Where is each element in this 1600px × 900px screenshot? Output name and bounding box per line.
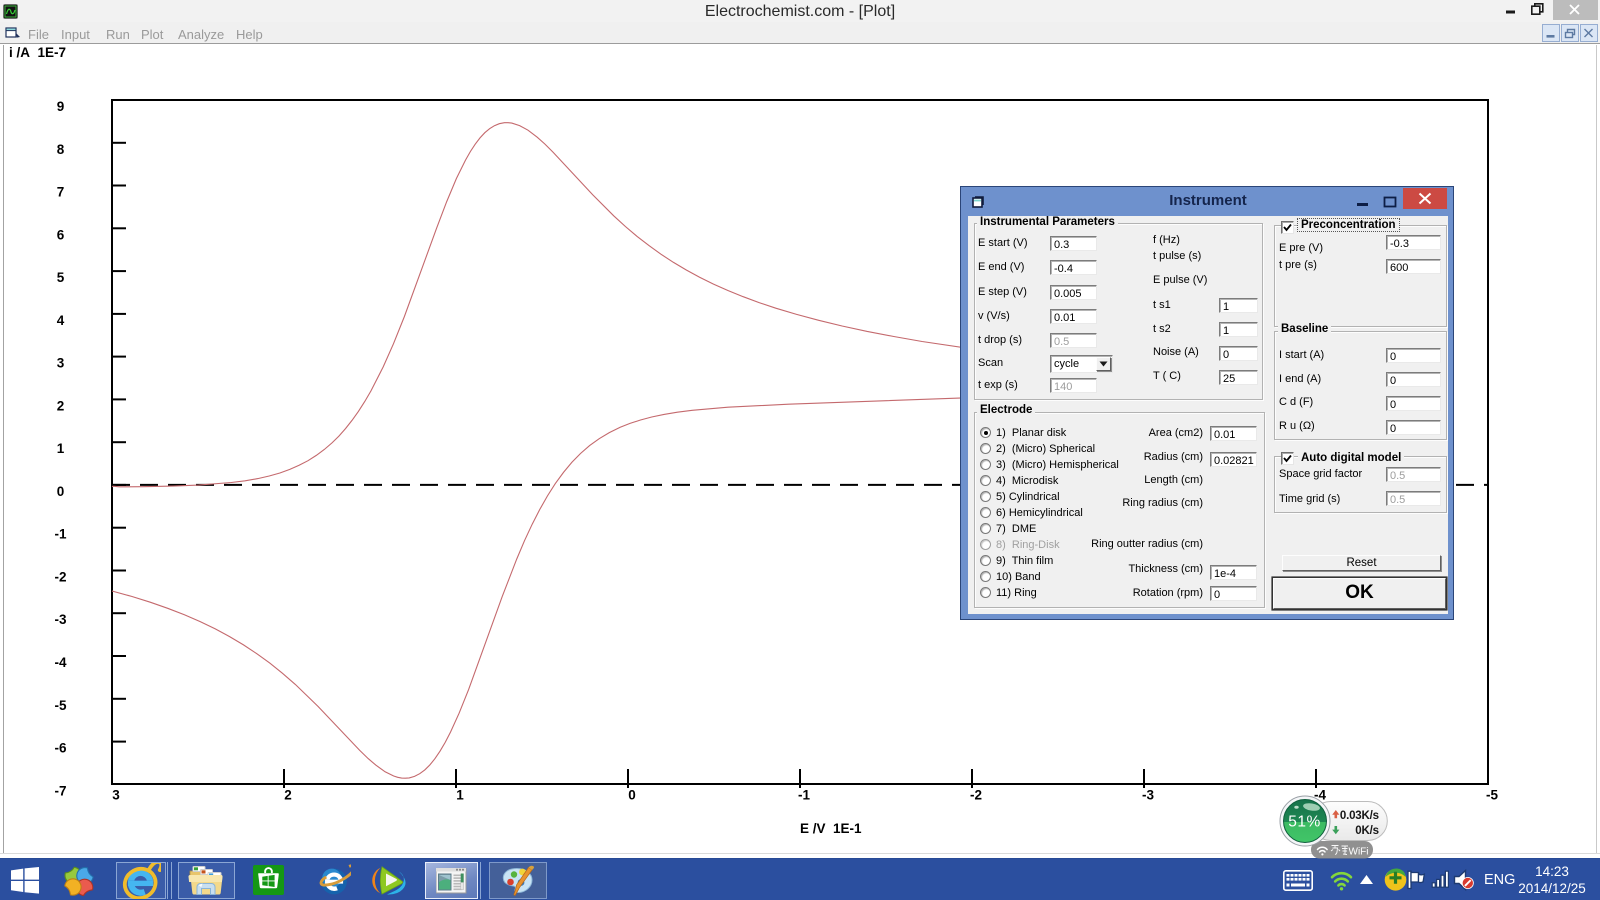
svg-text:5: 5 [57, 270, 65, 285]
svg-text:-2: -2 [970, 788, 982, 803]
svg-text:-6: -6 [54, 741, 66, 756]
svg-text:-5: -5 [54, 698, 66, 713]
svg-text:0: 0 [628, 788, 636, 803]
svg-text:-5: -5 [1486, 788, 1498, 803]
svg-text:8: 8 [57, 142, 65, 157]
svg-text:-3: -3 [54, 612, 66, 627]
svg-text:9: 9 [57, 99, 65, 114]
svg-text:0.03K/s: 0.03K/s [1340, 810, 1379, 822]
svg-text:-2: -2 [54, 570, 66, 585]
svg-text:3: 3 [112, 788, 120, 803]
svg-text:WiFi: WiFi [1349, 847, 1369, 858]
svg-text:2: 2 [57, 398, 65, 413]
svg-text:3: 3 [57, 356, 65, 371]
svg-text:E /V 1E-1: E /V 1E-1 [800, 821, 862, 836]
svg-text:-1: -1 [798, 788, 810, 803]
svg-text:1: 1 [456, 788, 464, 803]
svg-text:4: 4 [57, 313, 65, 328]
svg-text:0K/s: 0K/s [1355, 825, 1379, 837]
svg-text:-7: -7 [54, 783, 66, 798]
svg-text:-3: -3 [1142, 788, 1154, 803]
svg-text:7: 7 [57, 185, 65, 200]
svg-text:-1: -1 [54, 527, 66, 542]
svg-text:i /A 1E-7: i /A 1E-7 [9, 45, 66, 60]
svg-text:6: 6 [57, 227, 65, 242]
svg-text:51%: 51% [1288, 814, 1321, 831]
svg-text:0: 0 [57, 484, 65, 499]
svg-text:1: 1 [57, 441, 65, 456]
svg-text:2: 2 [284, 788, 292, 803]
svg-text:-4: -4 [54, 655, 66, 670]
